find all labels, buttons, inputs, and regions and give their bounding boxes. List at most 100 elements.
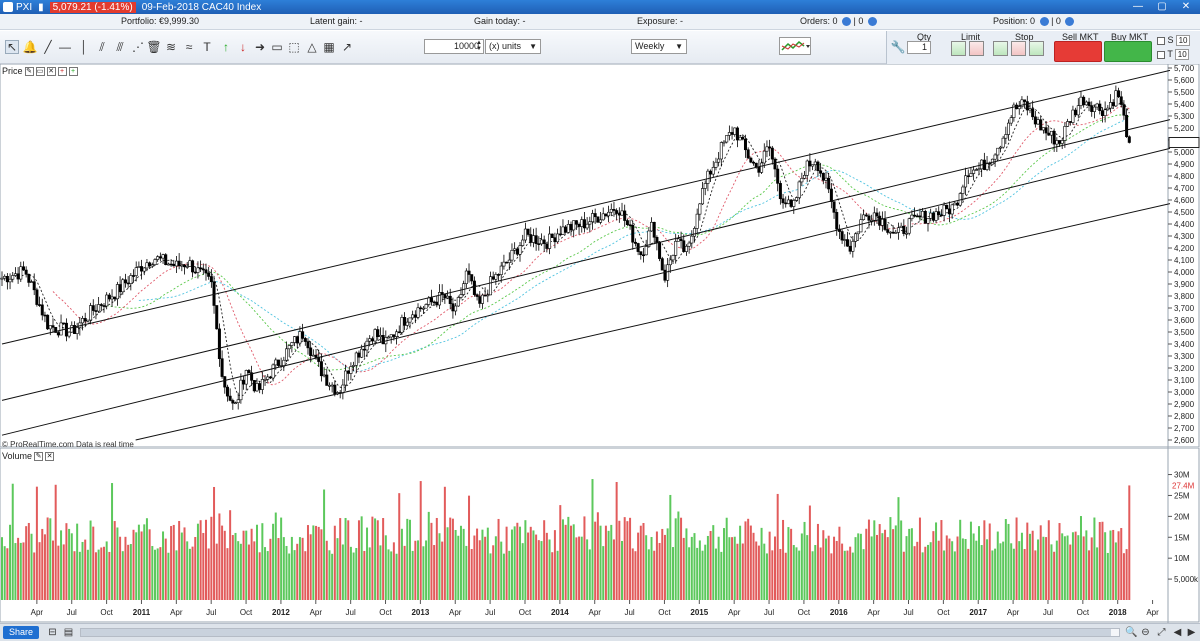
- t-value-input[interactable]: 10: [1175, 49, 1190, 61]
- measure-tool-icon[interactable]: ▦: [322, 40, 336, 54]
- position-gear-icon[interactable]: [1039, 17, 1049, 27]
- alert-bell-icon[interactable]: 🔔: [23, 40, 38, 54]
- volume-bar: [492, 545, 495, 600]
- volume-bar: [814, 545, 817, 600]
- fibonacci-icon[interactable]: ≋: [164, 40, 178, 54]
- s-checkbox[interactable]: [1157, 36, 1165, 45]
- volume-bar: [932, 531, 935, 600]
- sell-market-button[interactable]: [1054, 41, 1102, 62]
- t-checkbox[interactable]: [1157, 50, 1165, 59]
- maximize-icon[interactable]: ▢: [1156, 1, 1168, 13]
- fib-fan-icon[interactable]: ≈: [182, 40, 196, 54]
- scroll-left-icon[interactable]: ◀: [1172, 627, 1183, 638]
- scrollbar-thumb[interactable]: [81, 629, 1111, 636]
- trade-quantity-input[interactable]: 1: [907, 41, 931, 54]
- minimize-icon[interactable]: —: [1132, 1, 1144, 13]
- volume-bar: [178, 520, 181, 600]
- parallel-tool-icon[interactable]: ⫻: [113, 40, 127, 54]
- ray-tool-icon[interactable]: ↗: [340, 40, 354, 54]
- s-value-input[interactable]: 10: [1176, 35, 1191, 47]
- rectangle-tool-icon[interactable]: ▭: [270, 40, 284, 54]
- share-button[interactable]: Share: [3, 626, 39, 639]
- candle-body: [295, 336, 299, 344]
- orders-gear-icon[interactable]: [842, 17, 852, 27]
- line-tool-icon[interactable]: ╱: [41, 40, 55, 54]
- volume-chart[interactable]: 30M 25M 20M 15M 10M 5,000k 27.4M Apr Jul Oct 2011 A…: [0, 448, 1200, 623]
- limit-sell-button[interactable]: [969, 41, 984, 56]
- vertical-line-icon[interactable]: │: [77, 40, 91, 54]
- candle-body: [964, 175, 968, 188]
- quantity-input[interactable]: 10000: [424, 39, 484, 54]
- candle-body: [121, 279, 125, 293]
- box-tool-icon[interactable]: ⬚: [287, 40, 301, 54]
- orders-settings-icon[interactable]: [867, 17, 877, 27]
- price-chart[interactable]: 5,7005,6005,5005,4005,3005,2005,1005,000…: [0, 64, 1200, 448]
- buy-market-button[interactable]: [1104, 41, 1152, 62]
- zoom-fit-icon[interactable]: ⊟: [47, 627, 58, 638]
- volume-bar: [1058, 523, 1061, 600]
- candle-body: [913, 214, 917, 217]
- volume-bar: [408, 519, 411, 600]
- candle-body: [703, 183, 707, 189]
- trend-channel-line[interactable]: [1, 147, 1171, 436]
- layout-icon[interactable]: ▤: [63, 627, 74, 638]
- candle-body: [596, 216, 600, 223]
- triangle-tool-icon[interactable]: △: [305, 40, 319, 54]
- trend-channel-line[interactable]: [1, 119, 1171, 401]
- zoom-out-icon[interactable]: ⊖: [1140, 627, 1151, 638]
- pointer-tool-icon[interactable]: ↖: [5, 40, 19, 54]
- candle-body: [1117, 90, 1121, 98]
- units-select[interactable]: (x) units ▼: [485, 39, 541, 54]
- volume-bar: [688, 547, 691, 600]
- candle-body: [722, 141, 726, 144]
- volume-bar: [382, 518, 385, 600]
- volume-bar: [510, 529, 513, 600]
- trend-channel-line[interactable]: [135, 203, 1171, 441]
- fan-tool-icon[interactable]: ⋰: [131, 40, 145, 54]
- wrench-icon[interactable]: 🔧: [891, 40, 906, 54]
- volume-bar: [484, 536, 487, 600]
- volume-bar: [714, 548, 717, 600]
- zoom-in-icon[interactable]: 🔍: [1125, 627, 1137, 638]
- volume-bar: [317, 526, 320, 600]
- quantity-stepper[interactable]: ▲ ▼: [476, 40, 482, 52]
- volume-bar: [1023, 549, 1026, 600]
- stop-limit-button[interactable]: [1029, 41, 1044, 56]
- period-select[interactable]: Weekly ▼: [631, 39, 687, 54]
- horizontal-scrollbar[interactable]: [80, 628, 1120, 637]
- horizontal-line-icon[interactable]: —: [58, 40, 72, 54]
- arrow-up-icon[interactable]: ↑: [219, 40, 233, 54]
- close-icon[interactable]: ✕: [1180, 1, 1192, 13]
- stop-buy-button[interactable]: [993, 41, 1008, 56]
- volume-bar: [771, 550, 774, 600]
- volume-bar: [363, 550, 366, 600]
- volume-bar: [561, 519, 564, 600]
- trend-channel-line[interactable]: [1, 69, 1171, 345]
- zoom-all-icon[interactable]: ⤢: [1156, 627, 1167, 638]
- arrow-down-icon[interactable]: ↓: [236, 40, 250, 54]
- channel-tool-icon[interactable]: ⫽: [95, 40, 109, 54]
- scroll-right-icon[interactable]: ▶: [1186, 627, 1197, 638]
- position-settings-icon[interactable]: [1065, 17, 1075, 27]
- candle-body: [199, 267, 203, 270]
- chart-type-button[interactable]: [779, 37, 811, 55]
- candle-body: [604, 213, 608, 217]
- candle-body: [765, 146, 769, 152]
- candle-body: [1071, 109, 1075, 123]
- text-tool-icon[interactable]: T: [200, 40, 214, 54]
- candle-body: [448, 295, 452, 304]
- limit-buy-button[interactable]: [951, 41, 966, 56]
- info-icon[interactable]: ▮: [38, 2, 44, 13]
- volume-bar: [1028, 533, 1031, 600]
- arrow-right-icon[interactable]: ➜: [253, 40, 267, 54]
- candle-body: [260, 379, 264, 390]
- volume-bar: [948, 538, 951, 600]
- x-tick-label: Oct: [379, 608, 392, 617]
- candle-body: [59, 322, 63, 336]
- stop-sell-button[interactable]: [1011, 41, 1026, 56]
- x-tick-label: Oct: [658, 608, 671, 617]
- volume-bar: [186, 541, 189, 600]
- candle-body: [46, 314, 50, 330]
- candle-body: [953, 202, 957, 206]
- trash-icon[interactable]: 🗑: [146, 40, 161, 54]
